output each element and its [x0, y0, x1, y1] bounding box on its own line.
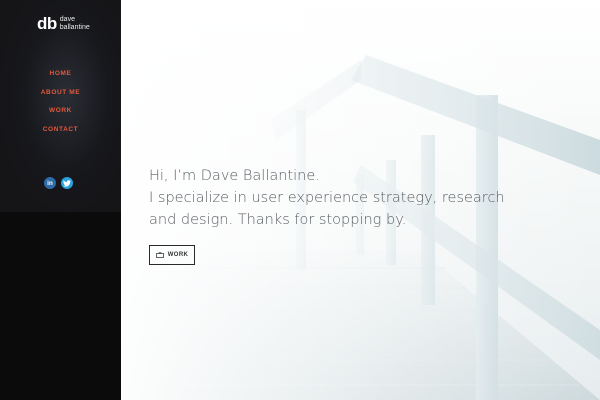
logo-mark: db — [37, 14, 57, 33]
work-button-label: WORK — [167, 252, 189, 258]
briefcase-icon — [155, 252, 164, 258]
nav-item-about-me[interactable]: ABOUT ME — [0, 88, 121, 107]
social-links: in — [44, 177, 73, 189]
nav-item-contact[interactable]: CONTACT — [0, 125, 121, 144]
intro-line-3: and design. Thanks for stopping by. — [149, 212, 407, 228]
intro-text: Hi, I’m Dave Ballantine. I specialize in… — [149, 165, 505, 231]
nav-item-work[interactable]: WORK — [0, 106, 121, 125]
site-logo[interactable]: db dave ballantine — [37, 15, 90, 32]
twitter-bird-icon — [63, 179, 71, 187]
intro-line-2: I specialize in user experience strategy… — [149, 190, 505, 206]
logo-name: dave ballantine — [60, 16, 90, 31]
work-button[interactable]: WORK — [149, 245, 195, 265]
twitter-icon[interactable] — [61, 177, 73, 189]
logo-name-last: ballantine — [59, 23, 90, 31]
sidebar: db dave ballantine HOME ABOUT ME WORK CO… — [0, 0, 121, 400]
intro-greeting: Hi, I’m Dave Ballantine. — [149, 168, 320, 184]
nav-item-home[interactable]: HOME — [0, 69, 121, 88]
main-nav: HOME ABOUT ME WORK CONTACT — [0, 69, 121, 143]
logo-name-first: dave — [59, 16, 75, 23]
linkedin-icon[interactable]: in — [44, 177, 56, 189]
